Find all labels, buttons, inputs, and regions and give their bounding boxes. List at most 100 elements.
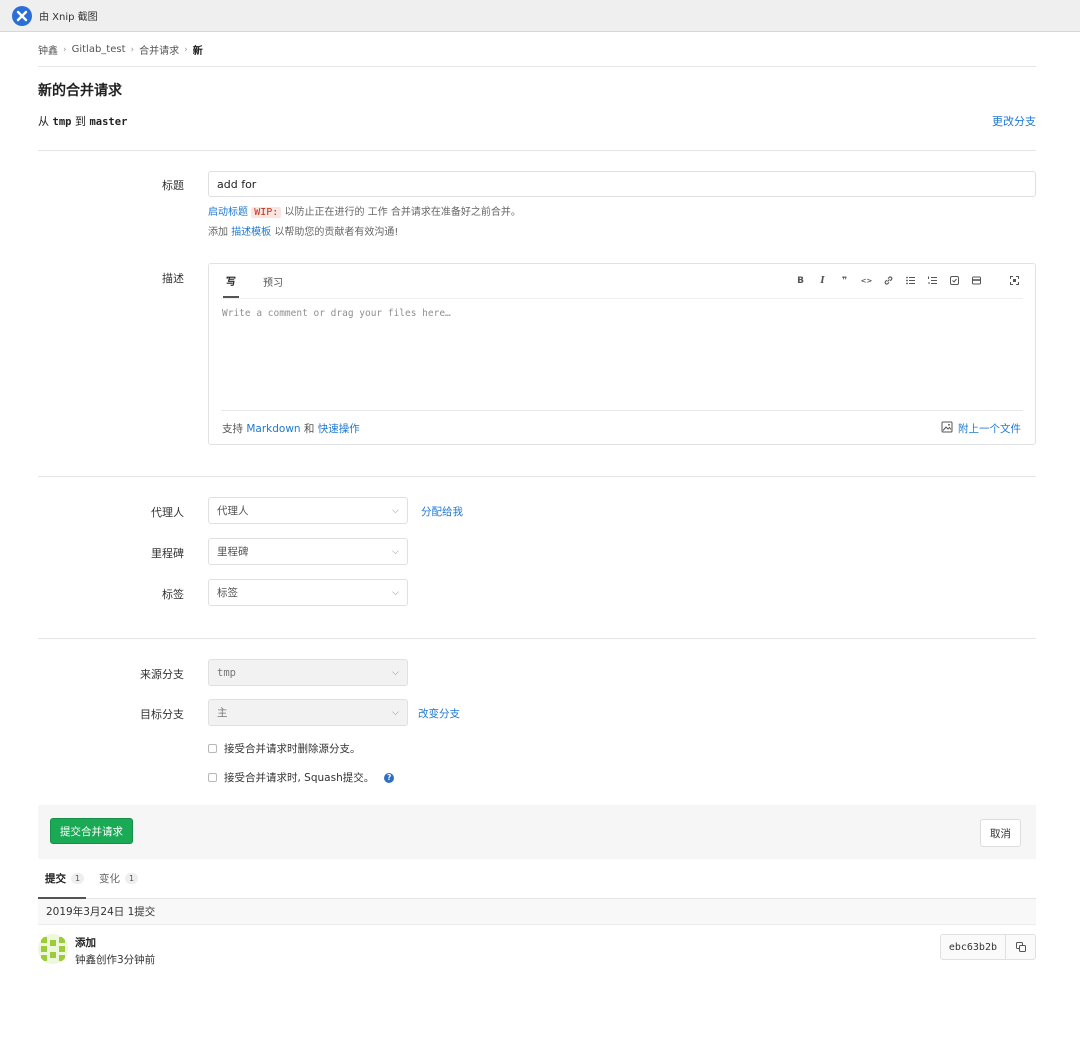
divider <box>38 638 1036 639</box>
divider <box>38 150 1036 151</box>
wip-hint-text: 以防止正在进行的 工作 合并请求在准备好之前合并。 <box>281 207 521 218</box>
submit-merge-request-button[interactable]: 提交合并请求 <box>50 818 133 844</box>
source-branch-value: tmp <box>217 666 236 679</box>
wip-hint-link[interactable]: 启动标题 <box>208 207 248 218</box>
image-file-icon <box>941 421 953 436</box>
divider <box>221 298 1023 299</box>
target-branch-label: 目标分支 <box>140 708 184 721</box>
squash-label: 接受合并请求时, Squash提交。 <box>224 772 375 784</box>
bullet-list-icon[interactable] <box>904 274 917 287</box>
description-textarea[interactable]: Write a comment or drag your files here… <box>222 308 451 319</box>
task-list-icon[interactable] <box>948 274 961 287</box>
attach-file-label: 附上一个文件 <box>958 423 1021 435</box>
source-branch-name: tmp <box>52 116 72 128</box>
change-target-branch-link[interactable]: 改变分支 <box>418 706 460 721</box>
template-hint: 添加 描述模板 以帮助您的贡献者有效沟通! <box>208 223 398 238</box>
tab-commits-label: 提交 <box>45 873 66 885</box>
to-label: 到 <box>74 115 86 128</box>
assignee-dropdown[interactable]: 代理人 ⌵ <box>208 497 408 524</box>
breadcrumb: 钟鑫 › Gitlab_test › 合并请求 › 新 <box>38 42 203 57</box>
chevron-down-icon: ⌵ <box>392 667 399 678</box>
wip-tag: WIP: <box>251 207 282 218</box>
page-title: 新的合并请求 <box>38 83 122 99</box>
squash-option: 接受合并请求时, Squash提交。 ? <box>208 770 395 785</box>
labels-value: 标签 <box>217 587 238 599</box>
description-template-link[interactable]: 描述模板 <box>231 227 271 238</box>
help-icon[interactable]: ? <box>384 772 395 783</box>
tab-changes[interactable]: 变化 1 <box>99 871 139 886</box>
table-icon[interactable] <box>970 274 983 287</box>
markdown-toolbar: B I ❞ <> <box>794 274 1021 287</box>
title-input[interactable]: add for <box>208 171 1036 197</box>
assignee-value: 代理人 <box>217 505 249 517</box>
attach-file-button[interactable]: 附上一个文件 <box>941 421 1021 436</box>
copy-icon[interactable] <box>1005 934 1036 960</box>
commit-meta: 钟鑫创作3分钟前 <box>75 954 156 966</box>
delete-source-branch-label: 接受合并请求时删除源分支。 <box>224 743 361 755</box>
chevron-right-icon: › <box>63 44 67 55</box>
tab-changes-count: 1 <box>125 873 139 884</box>
squash-checkbox[interactable] <box>208 773 217 782</box>
breadcrumb-project[interactable]: Gitlab_test <box>72 44 126 55</box>
wip-hint: 启动标题 WIP: 以防止正在进行的 工作 合并请求在准备好之前合并。 <box>208 203 521 218</box>
milestone-value: 里程碑 <box>217 546 249 558</box>
description-editor: 写 预习 B I ❞ <> Write a comment or drag yo… <box>208 263 1036 445</box>
divider <box>221 410 1023 411</box>
markdown-link[interactable]: Markdown <box>246 423 300 435</box>
quote-icon[interactable]: ❞ <box>838 274 851 287</box>
tab-write[interactable]: 写 <box>223 264 239 298</box>
source-branch-dropdown[interactable]: tmp ⌵ <box>208 659 408 686</box>
branch-summary: 从 tmp 到 master <box>38 113 127 129</box>
labels-dropdown[interactable]: 标签 ⌵ <box>208 579 408 606</box>
commit-day-header: 2019年3月24日 1提交 <box>38 899 1036 925</box>
chevron-down-icon: ⌵ <box>392 546 399 557</box>
template-hint-prefix: 添加 <box>208 227 232 238</box>
divider <box>38 476 1036 477</box>
link-icon[interactable] <box>882 274 895 287</box>
markdown-help-prefix: 支持 <box>222 423 247 435</box>
labels-label: 标签 <box>162 588 184 601</box>
milestone-dropdown[interactable]: 里程碑 ⌵ <box>208 538 408 565</box>
breadcrumb-user[interactable]: 钟鑫 <box>38 42 58 57</box>
xnip-logo-icon <box>12 5 32 26</box>
breadcrumb-merge-requests[interactable]: 合并请求 <box>139 42 179 57</box>
numbered-list-icon[interactable] <box>926 274 939 287</box>
tab-commits-count: 1 <box>71 873 85 884</box>
chevron-right-icon: › <box>184 44 188 55</box>
from-label: 从 <box>38 115 49 128</box>
delete-source-branch-checkbox[interactable] <box>208 744 217 753</box>
tab-preview[interactable]: 预习 <box>263 274 283 289</box>
chevron-down-icon: ⌵ <box>392 707 399 718</box>
title-label: 标题 <box>162 179 184 192</box>
change-branches-link[interactable]: 更改分支 <box>992 113 1036 129</box>
tab-commits[interactable]: 提交 1 <box>45 871 85 886</box>
assign-to-me-link[interactable]: 分配给我 <box>421 504 463 519</box>
form-actions: 提交合并请求 取消 <box>38 805 1036 859</box>
cancel-button[interactable]: 取消 <box>980 819 1021 847</box>
breadcrumb-current: 新 <box>192 46 203 57</box>
chevron-down-icon: ⌵ <box>392 587 399 598</box>
commit-tabs: 提交 1 变化 1 <box>38 859 1036 899</box>
target-branch-dropdown[interactable]: 主 ⌵ <box>208 699 408 726</box>
markdown-help: 支持 Markdown 和 快速操作 <box>222 421 360 436</box>
target-branch-name: master <box>89 116 128 128</box>
quick-actions-link[interactable]: 快速操作 <box>318 423 360 435</box>
avatar <box>38 934 68 964</box>
tab-changes-label: 变化 <box>99 873 120 885</box>
source-branch-label: 来源分支 <box>140 668 184 681</box>
description-label: 描述 <box>162 272 184 285</box>
italic-icon[interactable]: I <box>816 274 829 287</box>
chevron-down-icon: ⌵ <box>392 505 399 516</box>
code-icon[interactable]: <> <box>860 274 873 287</box>
commit-title[interactable]: 添加 <box>75 935 96 950</box>
bold-icon[interactable]: B <box>794 274 807 287</box>
screenshot-tool-title: 由 Xnip 截图 <box>39 12 98 23</box>
commit-sha-button[interactable]: ebc63b2b <box>939 934 1006 960</box>
fullscreen-icon[interactable] <box>1008 274 1021 287</box>
chevron-right-icon: › <box>130 44 135 55</box>
markdown-help-mid: 和 <box>300 423 318 435</box>
commit-row: 添加 钟鑫创作3分钟前 ebc63b2b <box>38 930 1036 972</box>
assignee-label: 代理人 <box>151 506 184 519</box>
delete-source-branch-option: 接受合并请求时删除源分支。 <box>208 741 361 756</box>
target-branch-value: 主 <box>217 707 228 719</box>
